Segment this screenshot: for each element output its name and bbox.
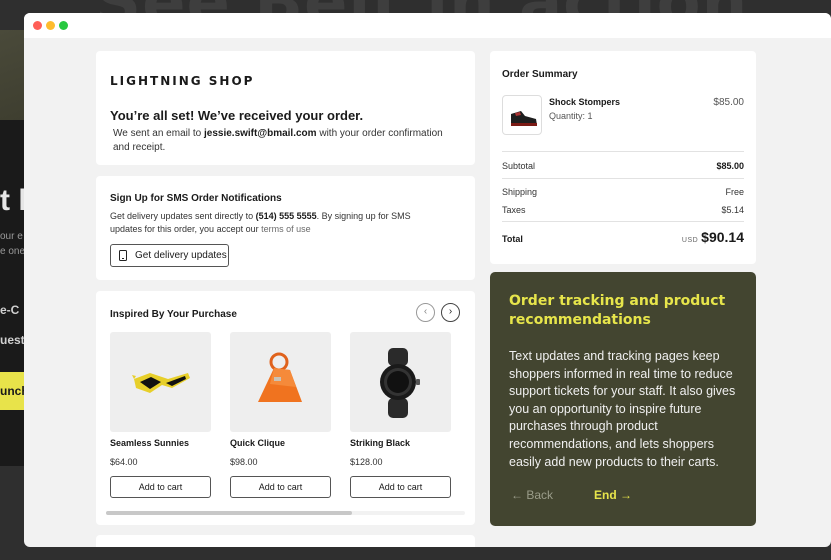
phone-icon: [119, 250, 127, 261]
summary-item-name: Shock Stompers: [549, 97, 621, 107]
next-card-partial: [96, 535, 475, 547]
summary-item-quantity: Quantity: 1: [549, 111, 593, 121]
smartwatch-icon[interactable]: [350, 332, 451, 432]
sms-title: Sign Up for SMS Order Notifications: [110, 193, 282, 204]
shipping-label: Shipping: [502, 187, 538, 197]
sunglasses-icon[interactable]: [110, 332, 211, 432]
product-price: $98.00: [230, 457, 258, 467]
sms-text: Get delivery updates sent directly to: [110, 211, 256, 221]
terms-of-use-link[interactable]: terms of use: [261, 224, 311, 234]
shoe-icon: [502, 95, 542, 135]
currency-code: USD: [681, 237, 699, 244]
recommendations-title: Inspired By Your Purchase: [110, 309, 237, 320]
order-summary-title: Order Summary: [502, 69, 578, 80]
confirmation-title: You’re all set! We’ve received your orde…: [110, 108, 364, 123]
confirmation-text: We sent an email to: [113, 128, 204, 139]
divider: [502, 221, 744, 222]
phone-number: (514) 555 5555: [255, 211, 317, 221]
product-name[interactable]: Quick Clique: [230, 438, 285, 448]
chevron-left-icon: ‹: [423, 306, 428, 317]
customer-email: jessie.swift@bmail.com: [203, 128, 317, 139]
chevron-right-icon: ›: [448, 306, 453, 317]
feature-info-panel: Order tracking and product recommendatio…: [490, 272, 756, 526]
total-row: Total USD $90.14: [502, 229, 744, 245]
close-window-button[interactable]: [33, 21, 42, 30]
shop-logo[interactable]: LIGHTNING SHOP: [110, 74, 254, 88]
product-price: $128.00: [350, 457, 383, 467]
add-to-cart-button[interactable]: Add to cart: [350, 476, 451, 498]
handbag-icon[interactable]: [230, 332, 331, 432]
total-label: Total: [502, 234, 523, 244]
subtotal-value: $85.00: [716, 161, 744, 171]
confirmation-message: We sent an email to jessie.swift@bmail.c…: [113, 127, 458, 155]
sms-signup-card: Sign Up for SMS Order Notifications Get …: [96, 176, 475, 280]
shipping-row: Shipping Free: [502, 187, 744, 197]
button-label: Get delivery updates: [135, 250, 227, 261]
window-titlebar: [24, 13, 831, 38]
carousel-next-button[interactable]: ›: [441, 303, 460, 322]
info-title: Order tracking and product recommendatio…: [509, 293, 726, 328]
shipping-value: Free: [725, 187, 744, 197]
product-card[interactable]: Quick Clique $98.00 Add to cart: [230, 332, 331, 498]
product-price: $64.00: [110, 457, 138, 467]
product-card[interactable]: Striking Black $128.00 Add to cart: [350, 332, 451, 498]
taxes-value: $5.14: [721, 205, 744, 215]
summary-item-price: $85.00: [713, 97, 744, 108]
product-name[interactable]: Seamless Sunnies: [110, 438, 189, 448]
sms-description: Get delivery updates sent directly to (5…: [110, 210, 440, 236]
minimize-window-button[interactable]: [46, 21, 55, 30]
subtotal-row: Subtotal $85.00: [502, 161, 744, 171]
maximize-window-button[interactable]: [59, 21, 68, 30]
taxes-row: Taxes $5.14: [502, 205, 744, 215]
recommendations-card: Inspired By Your Purchase ‹ › Seamless S…: [96, 291, 475, 525]
browser-window: LIGHTNING SHOP You’re all set! We’ve rec…: [24, 13, 831, 547]
back-button[interactable]: ← Back: [511, 488, 553, 502]
add-to-cart-button[interactable]: Add to cart: [230, 476, 331, 498]
info-body: Text updates and tracking pages keep sho…: [509, 349, 736, 469]
taxes-label: Taxes: [502, 205, 526, 215]
divider: [502, 178, 744, 179]
get-delivery-updates-button[interactable]: Get delivery updates: [110, 244, 229, 267]
end-button[interactable]: End →: [594, 488, 632, 502]
divider: [502, 151, 744, 152]
total-amount: USD $90.14: [682, 229, 744, 245]
carousel-prev-button[interactable]: ‹: [416, 303, 435, 322]
product-name[interactable]: Striking Black: [350, 438, 410, 448]
product-card[interactable]: Seamless Sunnies $64.00 Add to cart: [110, 332, 211, 498]
total-value: $90.14: [701, 229, 744, 245]
order-summary-card: Order Summary Shock Stompers Quantity: 1…: [490, 51, 756, 264]
carousel-scrollbar-thumb[interactable]: [106, 511, 352, 515]
order-confirmation-card: LIGHTNING SHOP You’re all set! We’ve rec…: [96, 51, 475, 165]
subtotal-label: Subtotal: [502, 161, 536, 171]
add-to-cart-button[interactable]: Add to cart: [110, 476, 211, 498]
